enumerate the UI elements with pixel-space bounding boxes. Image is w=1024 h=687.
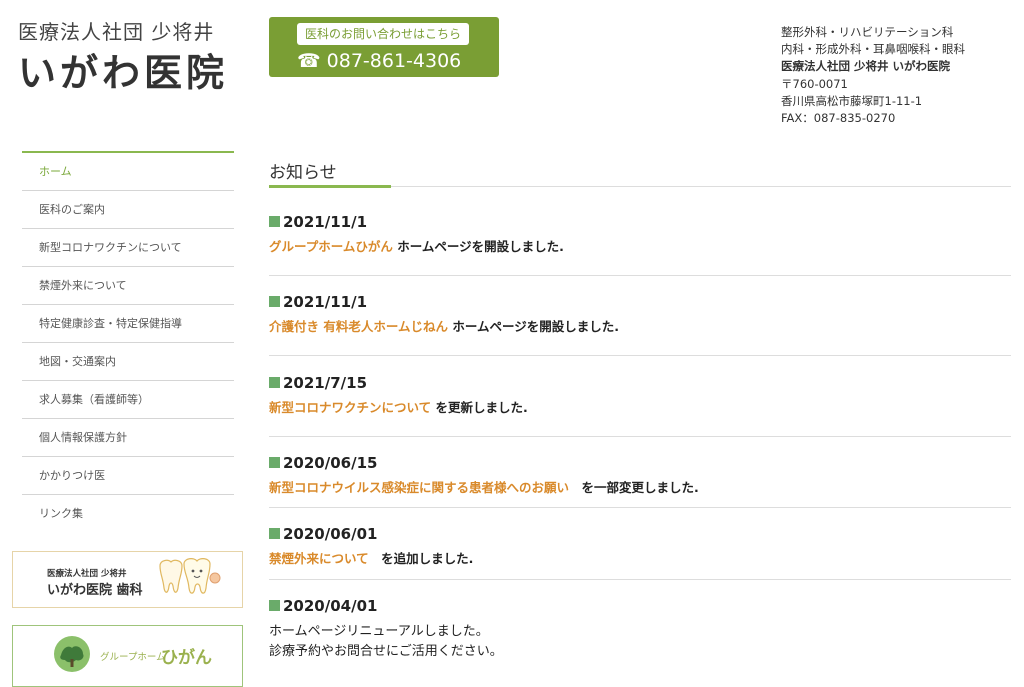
sidebar-item-links[interactable]: リンク集 [22,495,234,532]
group-home-banner[interactable]: グループホーム ひがん [12,625,243,687]
news-divider [269,507,1011,508]
square-icon [269,296,280,307]
news-divider [269,579,1011,580]
news-link[interactable]: 新型コロナワクチンについて [269,400,431,415]
square-icon [269,600,280,611]
news-text-line: ホームページリニューアルしました。 [269,624,489,639]
logo-subtitle: 医療法人社団 少将井 [18,20,215,44]
news-divider [269,436,1011,437]
info-fax: FAX：087-835-0270 [781,111,896,126]
square-icon [269,457,280,468]
info-postal: 〒760-0071 [781,76,848,91]
news-link[interactable]: 禁煙外来について [269,551,369,566]
title-rule-accent [269,185,391,188]
news-link[interactable]: グループホームひがん [269,239,393,254]
square-icon [269,528,280,539]
phone-icon: ☎ [297,50,321,72]
news-date: 2021/7/15 [283,374,368,392]
dental-banner-small: 医療法人社団 少将井 [47,569,127,579]
news-item: 2021/11/1 グループホームひがん ホームページを開設しました. [269,211,1011,255]
news-text: を一部変更しました. [569,480,699,495]
contact-box[interactable]: 医科のお問い合わせはこちら ☎ 087-861-4306 [269,17,499,77]
section-title: お知らせ [269,163,337,183]
phone-number: 087-861-4306 [326,50,462,72]
news-item: 2021/11/1 介護付き 有料老人ホームじねん ホームページを開設しました. [269,291,1011,335]
sidebar-item-smoking-cessation[interactable]: 禁煙外来について [22,267,234,305]
news-text: ホームページを開設しました. [447,319,619,334]
clinic-info: 整形外科・リハビリテーション科 内科・形成外科・耳鼻咽喉科・眼科 医療法人社団 … [781,24,965,127]
news-item: 2020/06/15 新型コロナウイルス感染症に関する患者様へのお願い を一部変… [269,452,1011,496]
news-text: を追加しました. [368,551,474,566]
info-address: 香川県高松市藤塚町1-11-1 [781,93,923,108]
sidebar-item-recruit[interactable]: 求人募集（看護師等） [22,381,234,419]
news-text-line: 診療予約やお問合せにご活用ください。 [269,644,503,659]
news-date: 2020/06/01 [283,525,378,543]
news-date: 2020/04/01 [283,597,378,615]
news-link[interactable]: 介護付き 有料老人ホームじねん [269,319,448,334]
contact-label: 医科のお問い合わせはこちら [297,23,470,45]
tree-icon [54,636,90,672]
sidebar-item-covid-vaccine[interactable]: 新型コロナワクチンについて [22,229,234,267]
sidebar-item-medical-guide[interactable]: 医科のご案内 [22,191,234,229]
sidebar-item-health-checkup[interactable]: 特定健康診査・特定保健指導 [22,305,234,343]
info-departments-2: 内科・形成外科・耳鼻咽喉科・眼科 [781,42,965,57]
sidebar-nav: ホーム 医科のご案内 新型コロナワクチンについて 禁煙外来について 特定健康診査… [22,151,234,532]
info-clinic-name: 医療法人社団 少将井 いがわ医院 [781,59,951,74]
news-text: ホームページを開設しました. [392,239,564,254]
news-item: 2020/04/01 ホームページリニューアルしました。 診療予約やお問合せにご… [269,595,1011,662]
sidebar-item-map[interactable]: 地図・交通案内 [22,343,234,381]
dental-banner[interactable]: 医療法人社団 少将井 いがわ医院 歯科 [12,551,243,608]
sidebar-item-family-doctor[interactable]: かかりつけ医 [22,457,234,495]
news-text: を更新しました. [431,400,528,415]
logo-title: いがわ医院 [18,51,229,95]
news-date: 2021/11/1 [283,213,368,231]
news-divider [269,355,1011,356]
square-icon [269,377,280,388]
square-icon [269,216,280,227]
group-home-label: グループホーム [100,652,166,663]
info-departments-1: 整形外科・リハビリテーション科 [781,25,954,39]
news-item: 2021/7/15 新型コロナワクチンについて を更新しました. [269,372,1011,416]
sidebar-item-home[interactable]: ホーム [22,153,234,191]
dental-banner-large: いがわ医院 歯科 [47,583,143,598]
news-date: 2020/06/15 [283,454,378,472]
group-home-name: ひがん [161,648,212,668]
sidebar-item-privacy[interactable]: 個人情報保護方針 [22,419,234,457]
contact-phone[interactable]: ☎ 087-861-4306 [297,50,461,72]
news-date: 2021/11/1 [283,293,368,311]
tooth-icon [159,558,221,594]
news-item: 2020/06/01 禁煙外来について を追加しました. [269,523,1011,567]
news-divider [269,275,1011,276]
news-link[interactable]: 新型コロナウイルス感染症に関する患者様へのお願い [269,480,569,495]
